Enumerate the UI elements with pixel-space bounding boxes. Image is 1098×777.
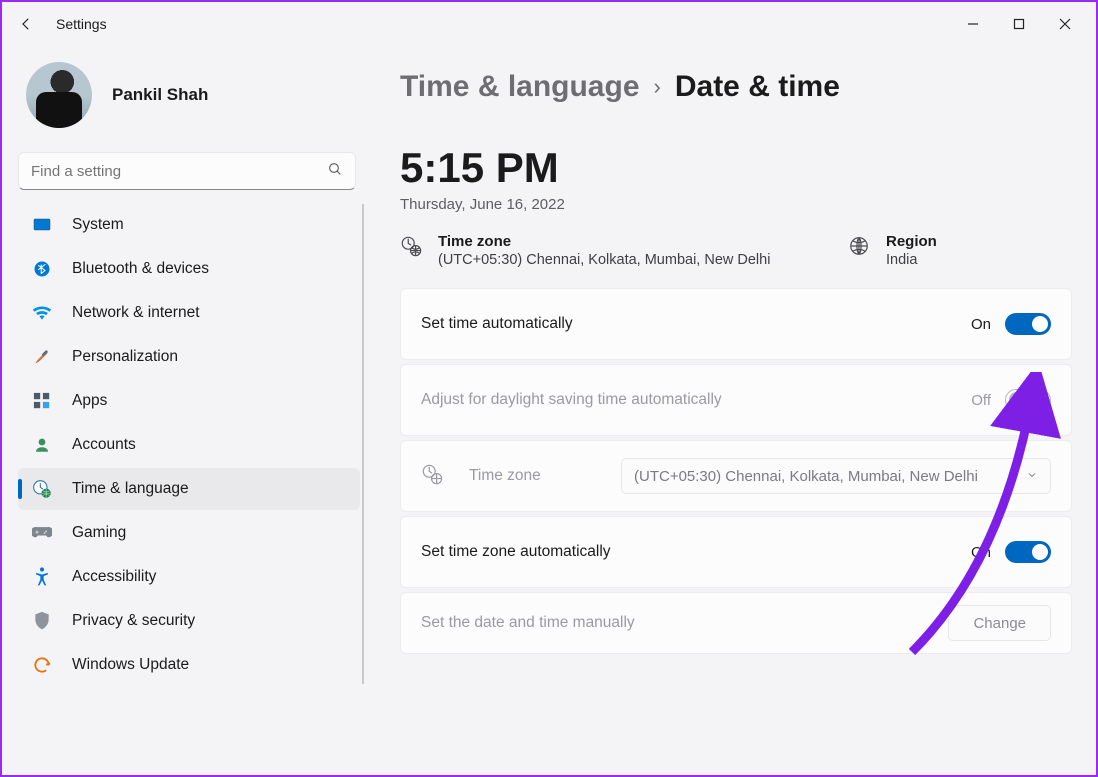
breadcrumb-parent[interactable]: Time & language: [400, 70, 640, 104]
sidebar-item-personalization[interactable]: Personalization: [18, 336, 360, 378]
timezone-select: (UTC+05:30) Chennai, Kolkata, Mumbai, Ne…: [621, 458, 1051, 494]
card-set-tz-auto: Set time zone automatically On: [400, 516, 1072, 588]
sidebar: Pankil Shah System Bluetooth & devices: [2, 46, 364, 775]
titlebar: Settings: [2, 2, 1096, 46]
card-label: Adjust for daylight saving time automati…: [421, 391, 722, 409]
card-manual-datetime: Set the date and time manually Change: [400, 592, 1072, 654]
search-input[interactable]: [18, 152, 356, 190]
bluetooth-icon: [32, 259, 52, 279]
scrollbar-rail[interactable]: [362, 204, 364, 684]
paintbrush-icon: [32, 347, 52, 367]
apps-icon: [32, 391, 52, 411]
toggle-state: Off: [971, 392, 991, 409]
card-label: Time zone: [469, 467, 541, 485]
card-set-time-auto: Set time automatically On: [400, 288, 1072, 360]
set-time-auto-toggle[interactable]: [1005, 313, 1051, 335]
minimize-button[interactable]: [950, 8, 996, 40]
maximize-button[interactable]: [996, 8, 1042, 40]
nav-list: System Bluetooth & devices Network & int…: [18, 204, 364, 686]
search-icon: [327, 161, 343, 182]
display-icon: [32, 215, 52, 235]
gamepad-icon: [32, 523, 52, 543]
person-icon: [32, 435, 52, 455]
page-title: Date & time: [675, 70, 840, 104]
sidebar-item-gaming[interactable]: Gaming: [18, 512, 360, 554]
change-button: Change: [948, 605, 1051, 641]
chevron-right-icon: ›: [654, 74, 661, 100]
info-row: Time zone (UTC+05:30) Chennai, Kolkata, …: [400, 233, 1072, 268]
globe-icon: [848, 235, 870, 262]
sidebar-item-label: Network & internet: [72, 304, 200, 322]
close-button[interactable]: [1042, 8, 1088, 40]
timezone-globe-icon: [400, 235, 422, 262]
card-label: Set time automatically: [421, 315, 573, 333]
set-tz-auto-toggle[interactable]: [1005, 541, 1051, 563]
sidebar-item-label: Bluetooth & devices: [72, 260, 209, 278]
info-heading: Time zone: [438, 233, 770, 250]
wifi-icon: [32, 303, 52, 323]
sidebar-item-update[interactable]: Windows Update: [18, 644, 360, 686]
breadcrumb: Time & language › Date & time: [400, 70, 1072, 104]
sidebar-item-label: Personalization: [72, 348, 178, 366]
current-time: 5:15 PM: [400, 144, 1072, 192]
sidebar-item-accounts[interactable]: Accounts: [18, 424, 360, 466]
username: Pankil Shah: [112, 85, 208, 105]
sidebar-item-label: Privacy & security: [72, 612, 195, 630]
avatar: [26, 62, 92, 128]
current-date: Thursday, June 16, 2022: [400, 196, 1072, 213]
card-timezone: Time zone (UTC+05:30) Chennai, Kolkata, …: [400, 440, 1072, 512]
sidebar-item-label: Accessibility: [72, 568, 156, 586]
clock-globe-icon: [32, 479, 52, 499]
dst-auto-toggle: [1005, 389, 1051, 411]
account-header[interactable]: Pankil Shah: [18, 46, 364, 144]
info-heading: Region: [886, 233, 937, 250]
search-field[interactable]: [31, 163, 327, 180]
settings-cards: Set time automatically On Adjust for day…: [400, 288, 1072, 664]
shield-icon: [32, 611, 52, 631]
toggle-state: On: [971, 316, 991, 333]
window-controls: [950, 8, 1088, 40]
info-value: India: [886, 252, 937, 268]
sidebar-item-accessibility[interactable]: Accessibility: [18, 556, 360, 598]
back-button[interactable]: [10, 8, 42, 40]
sidebar-item-label: System: [72, 216, 124, 234]
sidebar-item-label: Gaming: [72, 524, 126, 542]
sidebar-item-network[interactable]: Network & internet: [18, 292, 360, 334]
window-title: Settings: [56, 16, 107, 32]
sidebar-item-time-language[interactable]: Time & language: [18, 468, 360, 510]
sidebar-item-privacy[interactable]: Privacy & security: [18, 600, 360, 642]
accessibility-icon: [32, 567, 52, 587]
sidebar-item-apps[interactable]: Apps: [18, 380, 360, 422]
card-dst-auto: Adjust for daylight saving time automati…: [400, 364, 1072, 436]
sidebar-item-label: Windows Update: [72, 656, 189, 674]
card-label: Set time zone automatically: [421, 543, 611, 561]
update-icon: [32, 655, 52, 675]
info-region[interactable]: Region India: [848, 233, 1072, 268]
info-timezone[interactable]: Time zone (UTC+05:30) Chennai, Kolkata, …: [400, 233, 848, 268]
main-content: Time & language › Date & time 5:15 PM Th…: [364, 46, 1096, 775]
sidebar-item-label: Accounts: [72, 436, 136, 454]
card-label: Set the date and time manually: [421, 614, 635, 632]
sidebar-item-system[interactable]: System: [18, 204, 360, 246]
toggle-state: On: [971, 544, 991, 561]
select-value: (UTC+05:30) Chennai, Kolkata, Mumbai, Ne…: [634, 468, 978, 485]
timezone-globe-icon: [421, 463, 445, 490]
chevron-down-icon: [1026, 468, 1038, 485]
sidebar-item-bluetooth[interactable]: Bluetooth & devices: [18, 248, 360, 290]
sidebar-item-label: Apps: [72, 392, 107, 410]
info-value: (UTC+05:30) Chennai, Kolkata, Mumbai, Ne…: [438, 252, 770, 268]
sidebar-item-label: Time & language: [72, 480, 189, 498]
